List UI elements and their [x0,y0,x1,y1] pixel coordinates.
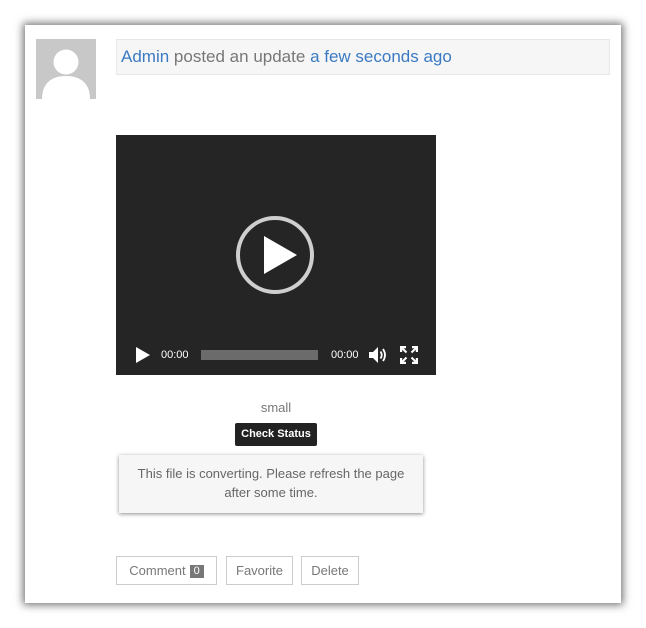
default-user-avatar-icon [36,39,96,99]
comment-count-badge: 0 [189,565,204,578]
video-controls: 00:00 00:00 [116,341,436,369]
play-circle-icon[interactable] [235,215,315,295]
activity-card: Admin posted an update a few seconds ago… [25,25,621,603]
media-caption: small [260,400,292,415]
activity-header: Admin posted an update a few seconds ago [116,39,610,75]
favorite-button[interactable]: Favorite [226,556,293,585]
user-name-link[interactable]: Admin [121,47,169,66]
progress-bar[interactable] [201,350,318,360]
converting-notice: This file is converting. Please refresh … [119,455,423,513]
duration-time: 00:00 [331,349,359,361]
current-time: 00:00 [161,349,189,361]
delete-button[interactable]: Delete [301,556,359,585]
volume-icon[interactable] [368,345,388,365]
play-icon[interactable] [134,346,152,364]
activity-action-text: posted an update [173,47,306,66]
fullscreen-icon[interactable] [400,346,418,364]
comment-button-label: Comment [129,563,186,578]
video-player[interactable]: 00:00 00:00 [116,135,436,375]
activity-time-link[interactable]: a few seconds ago [310,47,452,66]
check-status-button[interactable]: Check Status [235,423,317,446]
user-avatar[interactable] [36,39,96,99]
comment-button[interactable]: Comment 0 [116,556,217,585]
